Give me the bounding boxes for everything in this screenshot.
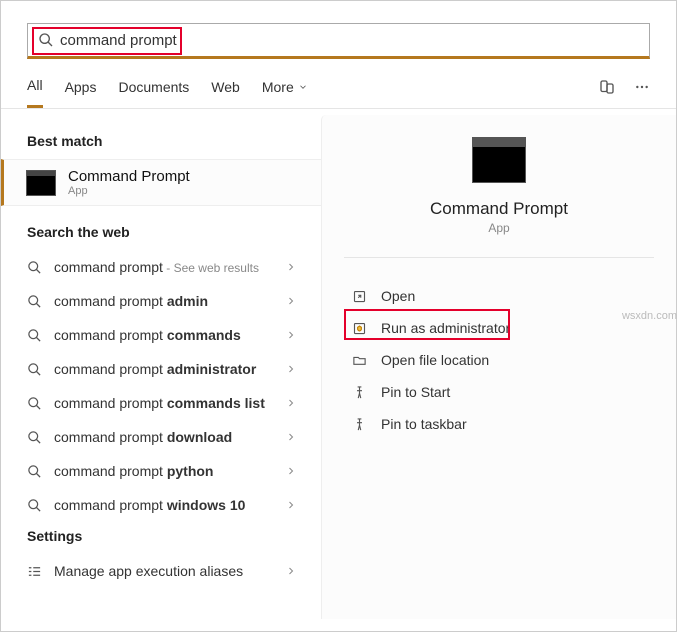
web-result-item[interactable]: command prompt python — [1, 454, 321, 488]
settings-item-label: Manage app execution aliases — [54, 563, 243, 579]
alias-icon — [27, 564, 42, 579]
detail-subtitle: App — [322, 221, 676, 235]
detail-panel: Command Prompt App Open Run as administr… — [321, 115, 676, 619]
detail-title: Command Prompt — [322, 199, 676, 219]
search-icon — [27, 362, 42, 377]
search-icon — [27, 430, 42, 445]
chevron-right-icon — [285, 465, 297, 477]
results-panel: Best match Command Prompt App Search the… — [1, 109, 321, 619]
folder-icon — [352, 353, 367, 368]
action-pin-to-start[interactable]: Pin to Start — [322, 376, 676, 408]
best-match-subtitle: App — [68, 185, 190, 197]
web-result-item[interactable]: command prompt windows 10 — [1, 488, 321, 522]
search-web-header: Search the web — [1, 218, 321, 250]
search-icon — [27, 294, 42, 309]
settings-item[interactable]: Manage app execution aliases — [1, 554, 321, 588]
best-match-title: Command Prompt — [68, 168, 190, 185]
tab-apps[interactable]: Apps — [65, 79, 97, 107]
best-match-item[interactable]: Command Prompt App — [1, 159, 321, 206]
web-result-label: command prompt commands list — [54, 395, 273, 411]
filter-tabs: All Apps Documents Web More — [1, 67, 676, 109]
tab-more[interactable]: More — [262, 79, 308, 107]
search-icon — [27, 464, 42, 479]
web-result-item[interactable]: command prompt administrator — [1, 352, 321, 386]
action-pin-to-taskbar[interactable]: Pin to taskbar — [322, 408, 676, 440]
web-result-item[interactable]: command prompt - See web results — [1, 250, 321, 284]
search-bar[interactable] — [27, 23, 650, 59]
command-prompt-icon — [26, 170, 56, 196]
chevron-right-icon — [285, 499, 297, 511]
tab-web[interactable]: Web — [211, 79, 240, 107]
action-label: Open — [381, 288, 415, 304]
chevron-right-icon — [285, 565, 297, 577]
chevron-right-icon — [285, 261, 297, 273]
search-icon — [38, 32, 54, 48]
web-result-label: command prompt - See web results — [54, 259, 273, 275]
more-options-icon[interactable] — [634, 79, 650, 95]
best-match-header: Best match — [1, 127, 321, 159]
web-result-item[interactable]: command prompt download — [1, 420, 321, 454]
search-icon — [27, 328, 42, 343]
action-label: Run as administrator — [381, 320, 510, 336]
app-large-icon — [472, 137, 526, 183]
watermark: wsxdn.com — [622, 310, 677, 322]
web-result-item[interactable]: command prompt admin — [1, 284, 321, 318]
shield-admin-icon — [352, 321, 367, 336]
web-result-label: command prompt admin — [54, 293, 273, 309]
chevron-right-icon — [285, 363, 297, 375]
divider — [344, 257, 654, 258]
chevron-down-icon — [298, 82, 308, 92]
chevron-right-icon — [285, 329, 297, 341]
devices-icon[interactable] — [598, 78, 616, 96]
web-result-label: command prompt download — [54, 429, 273, 445]
settings-header: Settings — [1, 522, 321, 554]
action-label: Pin to taskbar — [381, 416, 467, 432]
tab-all[interactable]: All — [27, 77, 43, 108]
web-result-label: command prompt commands — [54, 327, 273, 343]
chevron-right-icon — [285, 295, 297, 307]
web-result-item[interactable]: command prompt commands — [1, 318, 321, 352]
pin-icon — [352, 417, 367, 432]
pin-icon — [352, 385, 367, 400]
tab-more-label: More — [262, 79, 294, 95]
open-icon — [352, 289, 367, 304]
web-result-label: command prompt python — [54, 463, 273, 479]
web-result-item[interactable]: command prompt commands list — [1, 386, 321, 420]
search-input[interactable] — [60, 32, 340, 49]
web-result-label: command prompt administrator — [54, 361, 273, 377]
search-icon — [27, 396, 42, 411]
action-open-file-location[interactable]: Open file location — [322, 344, 676, 376]
tab-documents[interactable]: Documents — [118, 79, 189, 107]
search-icon — [27, 260, 42, 275]
chevron-right-icon — [285, 397, 297, 409]
action-label: Open file location — [381, 352, 489, 368]
search-icon — [27, 498, 42, 513]
web-result-label: command prompt windows 10 — [54, 497, 273, 513]
action-label: Pin to Start — [381, 384, 450, 400]
action-open[interactable]: Open — [322, 280, 676, 312]
chevron-right-icon — [285, 431, 297, 443]
